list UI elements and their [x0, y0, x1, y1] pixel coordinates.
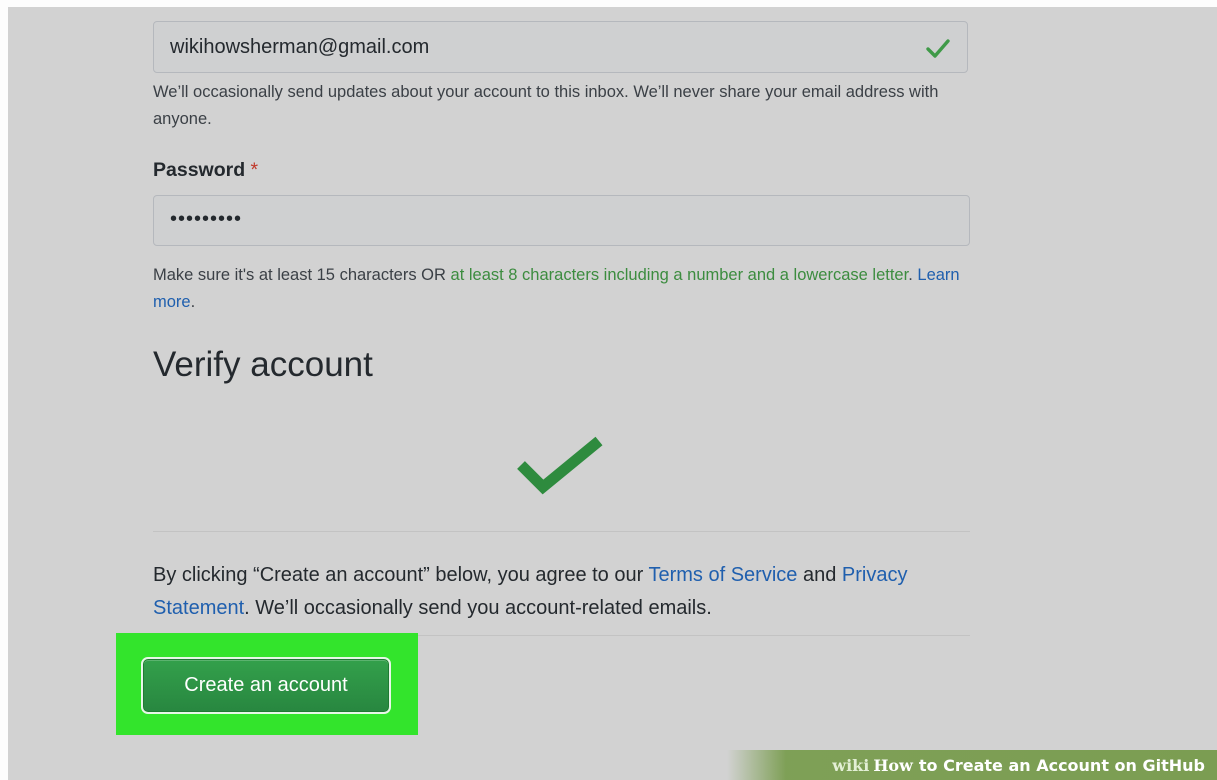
password-help-highlight: at least 8 characters including a number… — [450, 266, 909, 284]
email-value: wikihowsherman@gmail.com — [170, 36, 430, 58]
password-help-text: Make sure it's at least 15 characters OR… — [153, 262, 983, 316]
watermark-title: to Create an Account on GitHub — [918, 755, 1205, 775]
watermark-brand-wiki: wiki — [832, 755, 870, 775]
password-label-text: Password — [153, 159, 246, 181]
watermark-brand-how: How — [873, 755, 913, 775]
agreement-suffix: . We’ll occasionally send you account-re… — [244, 597, 712, 619]
password-field[interactable]: ••••••••• — [153, 195, 970, 246]
create-account-button[interactable]: Create an account — [141, 657, 391, 714]
learn-more-suffix: . — [190, 293, 196, 311]
password-label: Password * — [153, 159, 258, 182]
password-value: ••••••••• — [170, 208, 243, 230]
required-marker: * — [250, 159, 259, 181]
check-icon — [517, 436, 603, 495]
password-help-suffix: . — [908, 266, 913, 284]
verify-account-heading: Verify account — [153, 345, 373, 384]
password-help-prefix: Make sure it's at least 15 characters OR — [153, 266, 451, 284]
email-field[interactable]: wikihowsherman@gmail.com — [153, 21, 968, 73]
check-icon — [926, 39, 950, 58]
wikihow-watermark: wiki How to Create an Account on GitHub — [727, 750, 1217, 780]
agreement-text: By clicking “Create an account” below, y… — [153, 559, 983, 625]
agreement-prefix: By clicking “Create an account” below, y… — [153, 564, 649, 586]
agreement-and: and — [797, 564, 842, 586]
terms-of-service-link[interactable]: Terms of Service — [648, 564, 797, 586]
divider — [153, 531, 970, 532]
email-help-text: We’ll occasionally send updates about yo… — [153, 83, 939, 128]
